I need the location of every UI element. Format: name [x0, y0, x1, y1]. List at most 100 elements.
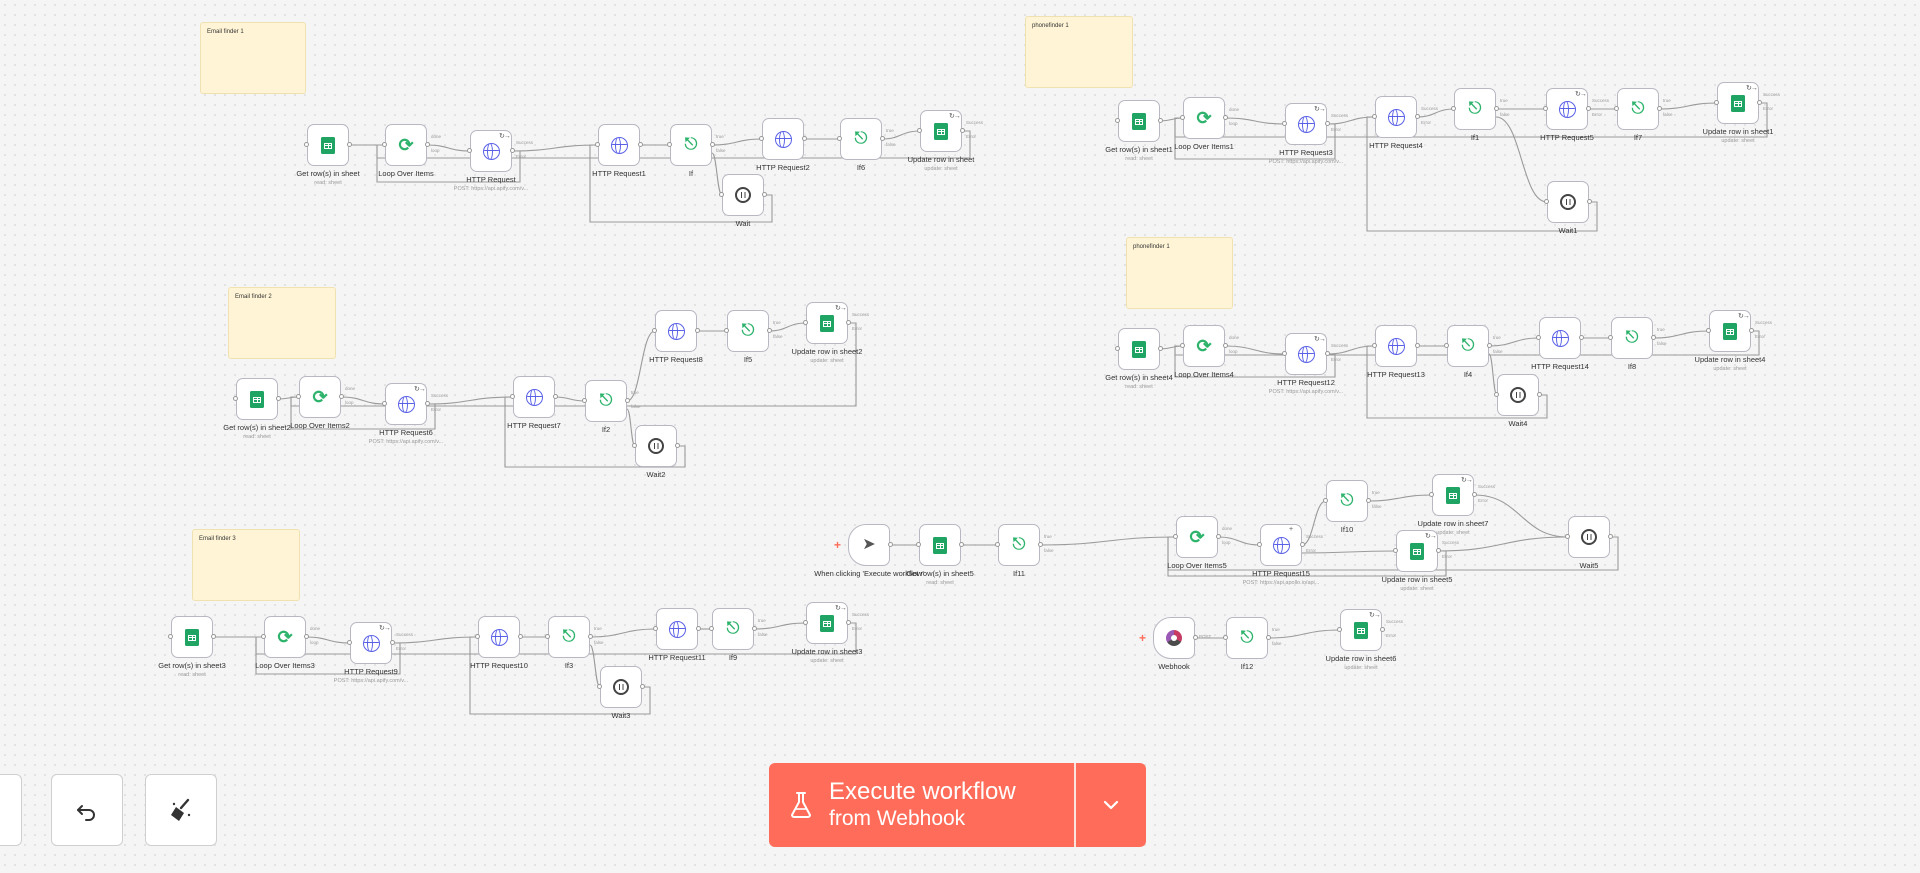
connection[interactable] — [1326, 116, 1376, 125]
node-body[interactable] — [1118, 100, 1160, 142]
input-handle[interactable] — [1337, 627, 1342, 632]
input-handle[interactable] — [1714, 100, 1719, 105]
node-body[interactable]: ⎋ — [1617, 88, 1659, 130]
node-body[interactable]: ➤ — [848, 524, 890, 566]
workflow-node[interactable]: ↻→ HTTP Request5 Success Error — [1540, 88, 1609, 142]
workflow-node[interactable]: ⎋ If3 true false — [545, 616, 604, 670]
workflow-node[interactable]: ↻→ HTTP Request9 POST: https://api.apify.c… — [334, 622, 413, 684]
connection[interactable] — [1495, 116, 1548, 203]
node-body[interactable] — [598, 124, 640, 166]
input-handle[interactable] — [1180, 115, 1185, 120]
output-handle[interactable] — [1415, 114, 1420, 119]
output-handle[interactable] — [880, 136, 885, 141]
output-handle[interactable] — [211, 634, 216, 639]
node-body[interactable]: ⟳ — [264, 616, 306, 658]
connection[interactable] — [554, 396, 586, 402]
sticky-note[interactable]: phonefinder 1 — [1126, 237, 1233, 309]
output-handle[interactable] — [1436, 548, 1441, 553]
node-body[interactable]: ⎋ — [1226, 617, 1268, 659]
input-handle[interactable] — [1257, 542, 1262, 547]
connection[interactable] — [511, 144, 599, 152]
node-body[interactable]: ⟳ — [385, 124, 427, 166]
input-handle[interactable] — [1115, 346, 1120, 351]
node-body[interactable] — [307, 124, 349, 166]
input-handle[interactable] — [261, 634, 266, 639]
node-body[interactable] — [236, 378, 278, 420]
input-handle[interactable] — [467, 148, 472, 153]
workflow-node[interactable]: ↻→ Update row in sheet1 update: sheet Succe… — [1703, 82, 1780, 144]
workflow-node[interactable]: Wait3 — [597, 666, 645, 720]
workflow-node[interactable]: ⎋ If12 true false — [1223, 617, 1282, 671]
connection[interactable] — [1658, 102, 1718, 110]
workflow-node[interactable]: ⎋ If4 true false — [1444, 325, 1503, 379]
input-handle[interactable] — [1323, 498, 1328, 503]
node-body[interactable] — [1118, 328, 1160, 370]
output-handle[interactable] — [347, 142, 352, 147]
execute-dropdown[interactable] — [1076, 763, 1146, 847]
output-handle[interactable] — [1494, 106, 1499, 111]
node-body[interactable]: ⎋ — [548, 616, 590, 658]
node-body[interactable]: ⎋ — [670, 124, 712, 166]
output-handle[interactable] — [553, 394, 558, 399]
workflow-node[interactable]: ⟳ Loop Over Items3 done loop — [255, 616, 320, 670]
connection[interactable] — [1367, 494, 1433, 502]
output-handle[interactable] — [588, 634, 593, 639]
workflow-node[interactable]: ⎋ If1 true false — [1451, 88, 1510, 142]
input-handle[interactable] — [1444, 343, 1449, 348]
sticky-note[interactable]: phonefinder 1 — [1025, 16, 1133, 88]
workflow-node[interactable]: ⎋ If9 true false — [709, 608, 768, 662]
output-handle[interactable] — [638, 142, 643, 147]
output-handle[interactable] — [1579, 335, 1584, 340]
output-handle[interactable] — [1587, 199, 1592, 204]
output-handle[interactable] — [1216, 534, 1221, 539]
node-body[interactable] — [513, 376, 555, 418]
workflow-node[interactable]: ↻→ HTTP Request6 POST: https://api.apify.c… — [369, 383, 448, 445]
input-handle[interactable] — [1223, 635, 1228, 640]
input-handle[interactable] — [759, 136, 764, 141]
input-handle[interactable] — [1282, 351, 1287, 356]
node-body[interactable]: ⟳ — [1183, 97, 1225, 139]
node-body[interactable] — [762, 118, 804, 160]
workflow-node[interactable]: Wait5 — [1565, 516, 1613, 570]
output-handle[interactable] — [1608, 534, 1613, 539]
workflow-node[interactable]: ⎋ If10 true false — [1323, 480, 1382, 534]
output-handle[interactable] — [518, 634, 523, 639]
node-body[interactable] — [1375, 325, 1417, 367]
output-handle[interactable] — [767, 328, 772, 333]
workflow-node[interactable]: HTTP Request11 — [648, 608, 706, 662]
workflow-node[interactable]: Wait1 — [1544, 181, 1592, 235]
workflow-node[interactable]: ↻→ Update row in sheet5 update: sheet Succe… — [1382, 530, 1459, 592]
node-body[interactable]: ⎋ — [840, 118, 882, 160]
node-body[interactable]: ⟳ — [1183, 325, 1225, 367]
output-handle[interactable] — [1651, 335, 1656, 340]
workflow-node[interactable]: ⟳ Loop Over Items5 done loop — [1167, 516, 1232, 570]
connection[interactable] — [753, 622, 807, 630]
input-handle[interactable] — [1372, 114, 1377, 119]
output-handle[interactable] — [390, 640, 395, 645]
output-handle[interactable] — [959, 542, 964, 547]
workflow-node[interactable]: ↻→ Update row in sheet7 update: sheet Succe… — [1418, 474, 1495, 536]
output-handle[interactable] — [1193, 635, 1198, 640]
output-handle[interactable] — [710, 142, 715, 147]
node-body[interactable] — [600, 666, 642, 708]
connection[interactable] — [711, 138, 763, 146]
input-handle[interactable] — [917, 128, 922, 133]
node-body[interactable]: ⎋ — [1611, 317, 1653, 359]
output-handle[interactable] — [846, 620, 851, 625]
sticky-note[interactable]: Email finder 2 — [228, 287, 336, 359]
input-handle[interactable] — [233, 396, 238, 401]
workflow-node[interactable]: ⎋ If2 true false — [582, 380, 641, 434]
workflow-node[interactable]: ⟳ Loop Over Items2 done loop — [290, 376, 355, 430]
workflow-node[interactable]: Get row(s) in sheet1 read: sheet — [1105, 100, 1173, 162]
input-handle[interactable] — [1173, 534, 1178, 539]
workflow-node[interactable]: + Webhook POST — [1139, 617, 1211, 671]
node-body[interactable] — [655, 310, 697, 352]
output-handle[interactable] — [339, 394, 344, 399]
output-handle[interactable] — [1325, 351, 1330, 356]
output-handle[interactable] — [1158, 346, 1163, 351]
output-handle[interactable] — [1223, 115, 1228, 120]
node-body[interactable] — [1568, 516, 1610, 558]
workflow-node[interactable]: ⎋ If5 true false — [724, 310, 783, 364]
workflow-node[interactable]: HTTP Request4 Success Error — [1369, 96, 1438, 150]
output-handle[interactable] — [1366, 498, 1371, 503]
